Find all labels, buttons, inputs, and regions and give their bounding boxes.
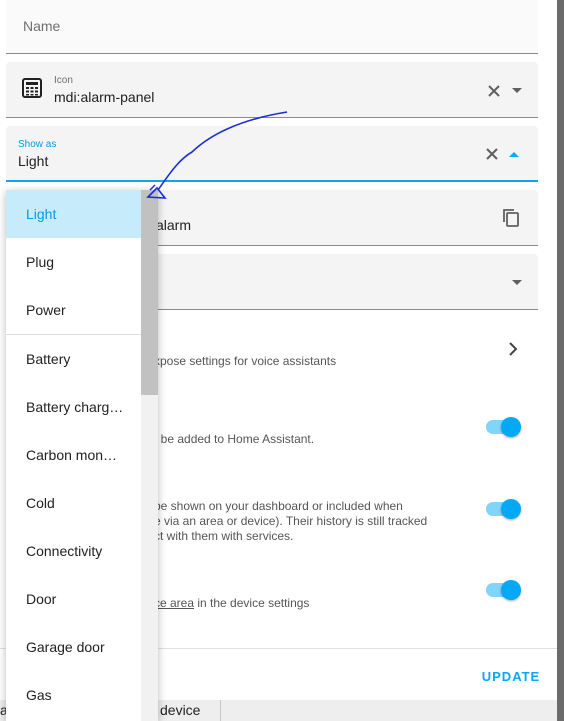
show-as-field[interactable]: Show as Light <box>6 126 538 182</box>
background-text-device: device <box>160 702 201 718</box>
chevron-up-icon[interactable] <box>504 144 524 164</box>
enabled-toggle[interactable] <box>484 415 522 439</box>
menu-item-carbon-monoxide[interactable]: Carbon mon… <box>6 431 141 479</box>
use-device-area-toggle[interactable] <box>484 578 522 602</box>
clear-icon[interactable] <box>482 144 502 164</box>
visible-toggle[interactable] <box>484 497 522 521</box>
copy-icon[interactable] <box>501 208 521 228</box>
menu-scrollbar[interactable] <box>141 190 158 721</box>
device-area-description: ce area in the device settings <box>154 596 309 610</box>
device-area-rest: in the device settings <box>194 596 310 610</box>
icon-field[interactable]: Icon mdi:alarm-panel <box>6 62 538 118</box>
device-area-link[interactable]: ce area <box>154 596 194 610</box>
menu-item-door[interactable]: Door <box>6 575 141 623</box>
menu-item-plug[interactable]: Plug <box>6 238 141 286</box>
chevron-down-icon[interactable] <box>507 81 527 101</box>
visible-description-line2: e via an area or device). Their history … <box>154 514 428 528</box>
menu-item-light[interactable]: Light <box>6 190 141 238</box>
clear-icon[interactable] <box>484 81 504 101</box>
visible-description-line3: ct with them with services. <box>154 529 294 543</box>
background-overlay <box>557 0 564 721</box>
menu-item-cold[interactable]: Cold <box>6 479 141 527</box>
voice-assistants-text: xpose settings for voice assistants <box>154 354 337 368</box>
menu-item-gas[interactable]: Gas <box>6 671 141 719</box>
background-divider <box>220 700 221 721</box>
chevron-right-icon <box>503 339 523 359</box>
icon-field-value: mdi:alarm-panel <box>54 89 155 105</box>
name-field[interactable]: Name <box>6 0 538 54</box>
icon-field-label: Icon <box>54 75 73 86</box>
entity-id-value: alarm <box>156 217 192 233</box>
show-as-dropdown-menu: Light Plug Power Battery Battery charg… … <box>6 190 158 721</box>
enabled-description: t be added to Home Assistant. <box>154 432 315 446</box>
menu-item-power[interactable]: Power <box>6 286 141 334</box>
menu-scrollbar-thumb[interactable] <box>141 190 158 395</box>
menu-item-battery[interactable]: Battery <box>6 335 141 383</box>
alarm-panel-icon <box>22 78 42 98</box>
menu-item-garage-door[interactable]: Garage door <box>6 623 141 671</box>
update-button[interactable]: UPDATE <box>478 666 544 688</box>
visible-description-line1: be shown on your dashboard or included w… <box>154 499 403 513</box>
name-placeholder: Name <box>23 18 61 34</box>
menu-item-battery-charging[interactable]: Battery charg… <box>6 383 141 431</box>
menu-item-connectivity[interactable]: Connectivity <box>6 527 141 575</box>
show-as-value: Light <box>18 153 49 169</box>
show-as-label: Show as <box>18 139 57 150</box>
chevron-down-icon[interactable] <box>507 273 527 293</box>
